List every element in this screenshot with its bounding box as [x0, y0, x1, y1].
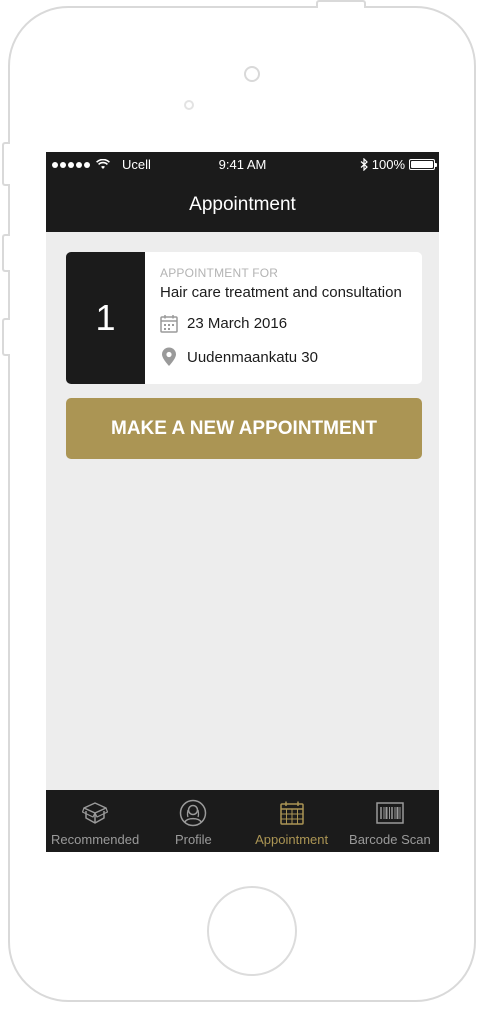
app-screen: Ucell 9:41 AM 100% Appointment 1 APPOINT… [46, 152, 439, 852]
navigation-bar: Appointment [46, 176, 439, 232]
location-pin-icon [160, 347, 178, 367]
bluetooth-icon [360, 158, 368, 171]
tab-label: Appointment [255, 832, 329, 847]
appointment-service: Hair care treatment and consultation [160, 284, 402, 301]
proximity-sensor [184, 100, 194, 110]
volume-up-button[interactable] [2, 234, 10, 272]
calendar-icon [278, 799, 306, 827]
tab-label: Barcode Scan [349, 832, 431, 847]
tab-bar: Recommended Profile Appointment Barcode … [46, 790, 439, 852]
tab-label: Profile [174, 832, 212, 847]
appointment-label: APPOINTMENT FOR [160, 266, 279, 280]
status-bar: Ucell 9:41 AM 100% [46, 152, 439, 176]
appointment-date: 23 March 2016 [187, 314, 288, 332]
make-new-appointment-button[interactable]: MAKE A NEW APPOINTMENT [66, 398, 422, 459]
front-camera [244, 66, 260, 82]
appointment-number: 1 [66, 252, 145, 384]
tab-appointment[interactable]: Appointment [243, 790, 341, 852]
person-icon [179, 799, 207, 827]
calendar-icon [160, 313, 178, 333]
appointment-location: Uudenmaankatu 30 [187, 348, 318, 366]
mute-switch[interactable] [2, 142, 10, 186]
box-icon [81, 799, 109, 827]
battery-percent: 100% [371, 157, 405, 172]
power-button[interactable] [316, 0, 366, 8]
tab-label: Recommended [51, 832, 140, 847]
tab-recommended[interactable]: Recommended [46, 790, 144, 852]
page-title: Appointment [189, 194, 296, 215]
tab-profile[interactable]: Profile [144, 790, 242, 852]
battery-icon [409, 159, 437, 170]
tab-barcode-scan[interactable]: Barcode Scan [341, 790, 439, 852]
volume-down-button[interactable] [2, 318, 10, 356]
appointment-card[interactable]: 1 APPOINTMENT FOR Hair care treatment an… [66, 252, 422, 384]
barcode-icon [376, 799, 404, 827]
home-button[interactable] [207, 886, 297, 976]
